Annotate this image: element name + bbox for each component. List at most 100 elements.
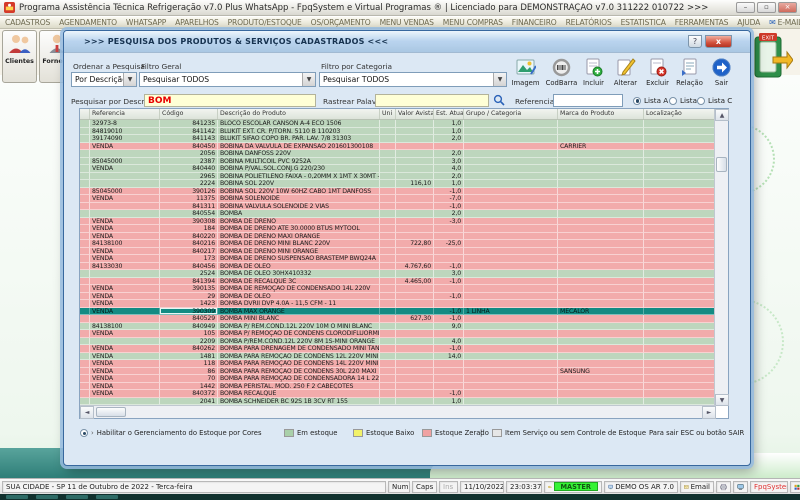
table-row[interactable]: 841311 BOBINA VALVULA SOLENOIDE 2 VIAS -1,… [80,202,728,210]
dialog-help-button[interactable]: ? [688,35,702,48]
table-row[interactable]: 39174090 841143 BLUKIT SIFAO COPO BR. PAR.… [80,135,728,143]
menu-item-financeiro[interactable]: FINANCEIRO [512,18,557,27]
horizontal-scrollbar[interactable]: ◄ ► [80,405,716,419]
table-row[interactable]: VENDA 390135 BOMBA DE REMOÇÃO DE CONDENSAD… [80,285,728,293]
menu-item-aparelhos[interactable]: APARELHOS [175,18,219,27]
general-filter-select[interactable]: Pesquisar TODOS ▼ [139,72,316,87]
table-row[interactable]: 85045000 2387 BOBINA MULTICOIL PVC 9252A 3,… [80,157,728,165]
radio-lista-a[interactable]: Lista A [633,96,668,105]
vertical-scrollbar[interactable]: ▲ ▼ [714,109,729,406]
table-row[interactable]: VENDA 1423 BOMBA DVRII DVP 4.0A - 11,5 CFM… [80,300,728,308]
menu-item-e-mail[interactable]: ✉ E-MAIL [769,18,800,27]
close-button[interactable]: × [778,2,797,13]
table-row[interactable]: 2224 BOBINA SOL 220V 116,10 1,0 [80,180,728,188]
clients-button[interactable]: Clientes [2,30,37,83]
table-row[interactable]: 2209 BOMBA P/REM.COND.12L 220V 8M 1S-MINI… [80,337,728,345]
menu-item-os-or-amento[interactable]: OS/ORÇAMENTO [311,18,371,27]
scroll-down-icon[interactable]: ▼ [715,394,729,406]
sair-button[interactable]: Sair [704,57,739,94]
table-row[interactable]: 2965 BOBINA POLIETILENO FAIXA - 0,20MM X … [80,172,728,180]
column-header-4[interactable]: Uni [380,109,396,119]
reference-input[interactable] [553,94,623,107]
menu-item-whatsapp[interactable]: WHATSAPP [126,18,166,27]
incluir-button[interactable]: Incluir [576,57,611,94]
column-header-6[interactable]: Est. Atual [434,109,464,119]
menu-item-cadastros[interactable]: CADASTROS [5,18,50,27]
table-row[interactable]: VENDA 840217 BOMBA DE DRENO MINI ORANGE [80,247,728,255]
table-row[interactable]: VENDA 118 BOMBA PARA REMOÇÃO DE CONDENS 14… [80,360,728,368]
chevron-down-icon[interactable]: ▼ [123,73,136,86]
dialog-titlebar[interactable]: >>> PESQUISA DOS PRODUTOS & SERVIÇOS CAD… [64,31,750,53]
menu-item-relat-rios[interactable]: RELATÓRIOS [566,18,612,27]
menu-item-estatistica[interactable]: ESTATISTICA [621,18,666,27]
order-search-select[interactable]: Por Descrição ▼ [71,72,137,87]
table-row[interactable]: 841394 BOMBA DE RECALQUE 3C 4.465,00 -1,0 [80,277,728,285]
column-header-5[interactable]: Valor Avista [396,109,434,119]
exit-door-icon[interactable]: EXIT [753,33,793,79]
menu-item-ajuda[interactable]: AJUDA [737,18,760,27]
column-header-7[interactable]: Grupo / Categoria [464,109,558,119]
column-header-1[interactable]: Referencia [90,109,160,119]
table-row[interactable]: VENDA 840450 BOBINA DA VALVULA DE EXPANSÃO… [80,142,728,150]
scroll-right-icon[interactable]: ► [702,405,716,419]
table-row[interactable]: 84133030 840456 BOMBA DE OLEO 4.767,60 -1,0 [80,262,728,270]
column-header-9[interactable]: Localização [644,109,716,119]
table-row[interactable]: 840554 BOMBA 2,0 [80,210,728,218]
table-row[interactable]: VENDA 11375 BOBINA SOLENOIDE -7,0 [80,195,728,203]
table-row[interactable]: 840529 BOMBA MINI BLANC 627,30 -1,0 [80,315,728,323]
horizontal-scroll-thumb[interactable] [96,407,126,417]
category-filter-select[interactable]: Pesquisar TODOS ▼ [319,72,507,87]
relação-button[interactable]: Relação [672,57,707,94]
radio-icon[interactable] [80,429,88,437]
menu-item-menu-vendas[interactable]: MENU VENDAS [380,18,434,27]
table-row[interactable]: 2041 BOMBA SCHNEIDER BC 92S 1B 3CV RT 155… [80,397,728,405]
table-row[interactable]: VENDA 1442 BOMBA PERISTAL. MOD. 250 F 2 CA… [80,382,728,390]
menu-item-menu-compras[interactable]: MENU COMPRAS [443,18,503,27]
table-row[interactable]: VENDA 840440 BOBINA P/VAL.SOL.CONJ.G 220/2… [80,165,728,173]
table-row[interactable]: VENDA 390308 BOMBA DE DRENO -3,0 [80,217,728,225]
table-row[interactable]: VENDA 840372 BOMBA RECALQUE -1,0 [80,390,728,398]
radio-icon[interactable] [697,96,705,105]
vertical-scroll-thumb[interactable] [716,157,727,172]
codbarra-button[interactable]: CodBarra [544,57,579,94]
excluir-button[interactable]: Excluir [640,57,675,94]
table-row[interactable]: VENDA 840220 BOMBA DE DRENO MAXI ORANGE [80,232,728,240]
search-description-input[interactable] [144,94,316,107]
minimize-button[interactable]: – [736,2,755,13]
table-row[interactable]: VENDA 105 BOMBA P/ REMOÇÃO DE CONDENS CLOR… [80,330,728,338]
table-row[interactable]: VENDA 70 BOMBA PARA REMOÇÃO DE CONDENSADOR… [80,375,728,383]
table-row[interactable]: 85045000 390126 BOBINA SOL 220V 10W 60HZ C… [80,187,728,195]
search-icon[interactable] [493,94,505,106]
table-row[interactable]: 84138100 840216 BOMBA DE DRENO MINI BLANC … [80,240,728,248]
scroll-left-icon[interactable]: ◄ [80,405,94,419]
menu-item-produto-estoque[interactable]: PRODUTO/ESTOQUE [228,18,302,27]
table-row[interactable]: 84819010 841142 BLUKIT EXT. CR. P/TORN. 51… [80,127,728,135]
chevron-down-icon[interactable]: ▼ [493,73,506,86]
track-words-input[interactable] [375,94,489,107]
column-header-3[interactable]: Descrição do Produto [218,109,380,119]
imagem-button[interactable]: Imagem [508,57,543,94]
table-row[interactable]: 84138100 840949 BOMBA P/ REM.COND.12L 220V… [80,322,728,330]
column-header-8[interactable]: Marca do Produto [558,109,644,119]
table-row[interactable]: VENDA 184 BOMBA DE DRENO ATE 30.0000 BTUS … [80,225,728,233]
table-row[interactable]: 32973-8 841235 BLOCO ESCOLAR CANSON A-4 EC… [80,120,728,128]
table-row[interactable]: VENDA 840262 BOMBA PARA DRENAGEM DE CONDEN… [80,345,728,353]
column-header-2[interactable]: Código [160,109,218,119]
table-row[interactable]: VENDA 1481 BOMBA PARA REMOÇÃO DE CONDENS 1… [80,352,728,360]
alterar-button[interactable]: Alterar [608,57,643,94]
table-row[interactable]: VENDA 86 BOMBA PARA REMOÇÃO DE CONDENS 30L… [80,367,728,375]
radio-lista-c[interactable]: Lista C [697,96,732,105]
dialog-close-button[interactable]: x [705,35,732,48]
table-row[interactable]: 2056 BOBINA DANFOSS 220V 2,0 [80,150,728,158]
table-row[interactable]: VENDA 173 BOMBA DE DRENO SUSPENSÃO BRASTEM… [80,255,728,263]
menu-item-ferramentas[interactable]: FERRAMENTAS [675,18,729,27]
table-row[interactable]: 2524 BOMBA DE OLEO 30HX410332 3,0 [80,270,728,278]
stock-color-toggle[interactable]: › Habilitar o Gerenciamento do Estoque p… [80,429,262,437]
radio-icon[interactable] [633,96,641,105]
chevron-down-icon[interactable]: ▼ [302,73,315,86]
table-row[interactable]: VENDA 390309 BOMBA MAX ORANGE -1,0 1 LINHA ME… [80,307,728,315]
scroll-up-icon[interactable]: ▲ [715,109,729,121]
radio-icon[interactable] [669,96,677,105]
menu-item-agendamento[interactable]: AGENDAMENTO [59,18,117,27]
maximize-button[interactable]: ▫ [757,2,776,13]
